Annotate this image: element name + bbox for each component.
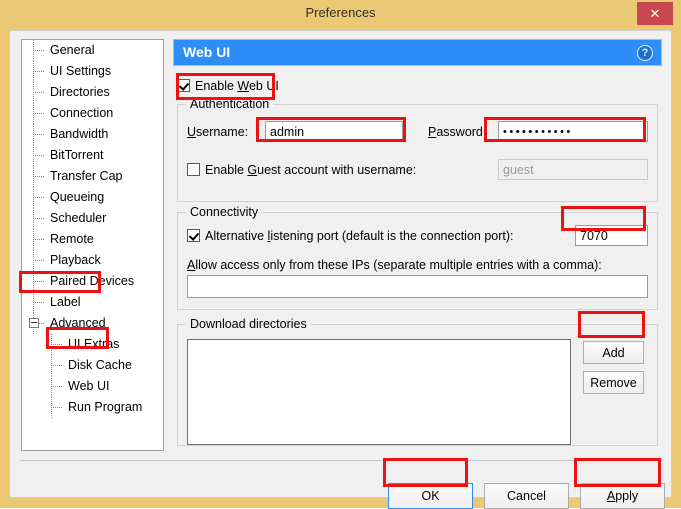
tree-connector-icon (51, 355, 65, 376)
remove-button[interactable]: Remove (583, 371, 644, 394)
title-bar: Preferences ✕ (0, 0, 681, 28)
sidebar-item-general[interactable]: General (22, 40, 163, 61)
sidebar-item-label: Web UI (68, 379, 110, 393)
alt-port-input[interactable] (575, 225, 648, 246)
allow-ips-input[interactable] (187, 275, 648, 298)
alt-port-row[interactable]: Alternative listening port (default is t… (187, 229, 514, 243)
password-input[interactable] (498, 121, 648, 142)
sidebar-item-label: BitTorrent (50, 148, 104, 162)
sidebar-item-directories[interactable]: Directories (22, 82, 163, 103)
sidebar-item-run-program[interactable]: Run Program (22, 397, 163, 418)
sidebar-item-label: Paired Devices (50, 274, 135, 288)
sidebar-item-label: Connection (50, 106, 114, 120)
connectivity-legend: Connectivity (186, 205, 263, 219)
preferences-window: Preferences ✕ General UI Settings Director… (0, 0, 681, 509)
sidebar-item-transfer-cap[interactable]: Transfer Cap (22, 166, 163, 187)
tree-connector-icon (33, 208, 47, 229)
sidebar-item-label: Bandwidth (50, 127, 109, 141)
settings-tree[interactable]: General UI Settings Directories Connection B… (21, 39, 164, 451)
sidebar-item-ui-extras[interactable]: UI Extras (22, 334, 163, 355)
sidebar-item-label: Transfer Cap (50, 169, 123, 183)
ok-button[interactable]: OK (388, 483, 473, 509)
window-title: Preferences (305, 5, 376, 20)
download-directories-list[interactable] (187, 339, 571, 445)
sidebar-item-label: Directories (50, 85, 110, 99)
tree-connector-icon (33, 187, 47, 208)
tree-connector-icon (33, 82, 47, 103)
tree-connector-icon (51, 334, 65, 355)
sidebar-item-bittorrent[interactable]: BitTorrent (22, 145, 163, 166)
collapse-minus-icon[interactable] (29, 318, 39, 328)
sidebar-item-ui-settings[interactable]: UI Settings (22, 61, 163, 82)
sidebar-item-label: Disk Cache (68, 358, 132, 372)
enable-webui-row[interactable]: Enable Web UI (177, 79, 279, 93)
sidebar-item-label: Run Program (68, 400, 143, 414)
close-icon[interactable]: ✕ (637, 2, 673, 25)
sidebar-item-remote[interactable]: Remote (22, 229, 163, 250)
sidebar-item-queueing[interactable]: Queueing (22, 187, 163, 208)
enable-webui-label: Enable Web UI (195, 79, 279, 93)
username-input[interactable] (265, 121, 403, 142)
sidebar-item-bandwidth[interactable]: Bandwidth (22, 124, 163, 145)
sidebar-item-label: UI Extras (68, 337, 120, 351)
tree-connector-icon (33, 145, 47, 166)
sidebar-item-playback[interactable]: Playback (22, 250, 163, 271)
alt-port-label: Alternative listening port (default is t… (205, 229, 514, 243)
guest-username-input[interactable] (498, 159, 648, 180)
tree-connector-icon (33, 166, 47, 187)
tree-connector-icon (33, 103, 47, 124)
tree-connector-icon (33, 40, 47, 61)
sidebar-item-label: Scheduler (50, 211, 107, 225)
tree-connector-icon (33, 61, 47, 82)
sidebar-item-advanced[interactable]: Advanced (22, 313, 163, 334)
panel-header: Web UI ? (173, 39, 662, 66)
sidebar-item-connection[interactable]: Connection (22, 103, 163, 124)
page-title: Web UI (183, 44, 231, 60)
download-directories-legend: Download directories (186, 317, 311, 331)
allow-ips-label: Allow access only from these IPs (separa… (187, 258, 602, 272)
sidebar-item-paired-devices[interactable]: Paired Devices (22, 271, 163, 292)
dialog-client-area: General UI Settings Directories Connection B… (9, 30, 672, 509)
question-mark-icon[interactable]: ? (637, 45, 653, 61)
tree-connector-icon (29, 313, 47, 334)
sidebar-item-label: Remote (50, 232, 94, 246)
tree-connector-icon (33, 124, 47, 145)
tree-connector-icon (33, 250, 47, 271)
cancel-button[interactable]: Cancel (484, 483, 569, 509)
sidebar-item-label: UI Settings (50, 64, 112, 78)
tree-connector-icon (33, 229, 47, 250)
tree-connector-icon (33, 271, 47, 292)
sidebar-item-scheduler[interactable]: Scheduler (22, 208, 163, 229)
guest-account-label: Enable Guest account with username: (205, 163, 417, 177)
footer-separator (20, 460, 662, 461)
tree-connector-icon (33, 292, 47, 313)
alt-port-checkbox[interactable] (187, 229, 200, 242)
username-label-text: Username: (187, 125, 249, 139)
authentication-group: Authentication (177, 97, 658, 202)
sidebar-item-label: Queueing (50, 190, 105, 204)
sidebar-item-disk-cache[interactable]: Disk Cache (22, 355, 163, 376)
sidebar-item-label: Label (50, 295, 81, 309)
sidebar-item-label: Playback (50, 253, 101, 267)
sidebar-item-web-ui[interactable]: Web UI (22, 376, 163, 397)
sidebar-item-label: Advanced (50, 316, 106, 330)
guest-account-checkbox[interactable] (187, 163, 200, 176)
main-panel: Web UI ? Enable Web UI Authentication Us… (173, 39, 662, 451)
enable-webui-checkbox[interactable] (177, 79, 190, 92)
guest-account-row[interactable]: Enable Guest account with username: (187, 163, 416, 177)
password-label-text: Password: (428, 125, 487, 139)
sidebar-item-label[interactable]: Label (22, 292, 163, 313)
tree-connector-icon (51, 397, 65, 418)
authentication-legend: Authentication (186, 97, 274, 111)
tree-connector-icon (51, 376, 65, 397)
add-button[interactable]: Add (583, 341, 644, 364)
apply-button[interactable]: Apply (580, 483, 665, 509)
sidebar-item-label: General (50, 43, 95, 57)
